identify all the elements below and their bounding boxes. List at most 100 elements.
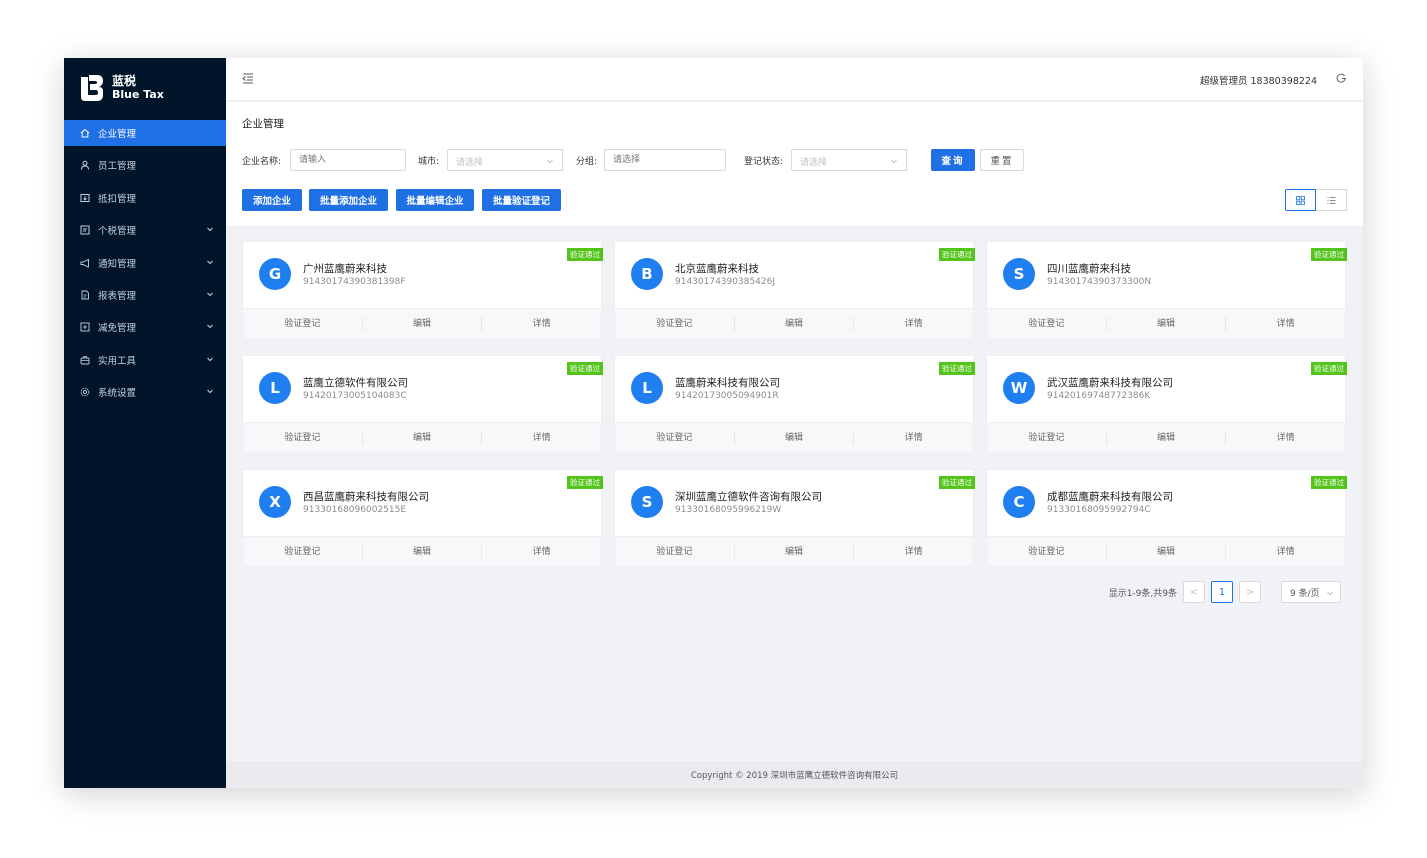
- detail-button[interactable]: 详情: [1226, 545, 1345, 559]
- verify-register-button[interactable]: 验证登记: [615, 316, 735, 331]
- page-1-button[interactable]: 1: [1211, 581, 1233, 603]
- sidebar-item-label: 个税管理: [98, 226, 137, 238]
- page-size-select[interactable]: 9 条/页: [1281, 581, 1341, 603]
- sidebar-item-enterprise[interactable]: 企业管理: [64, 120, 226, 146]
- sidebar-item-relief[interactable]: 减免管理: [64, 314, 226, 340]
- verify-register-button[interactable]: 验证登记: [987, 316, 1107, 331]
- verify-register-button[interactable]: 验证登记: [243, 430, 363, 445]
- screen: 蓝税 Blue Tax 企业管理 员工管理 抵扣管理 个税管理 通知管理 报表管…: [0, 0, 1427, 858]
- verified-badge: 验证通过: [1311, 248, 1347, 261]
- edit-button[interactable]: 编辑: [363, 430, 483, 445]
- chevron-down-icon: [207, 389, 213, 394]
- filter-panel: 企业管理 企业名称: 城市: 请选择 分组: 登记状态: 请选择 查询 重置: [226, 102, 1363, 226]
- sidebar-item-tax[interactable]: 个税管理: [64, 217, 226, 243]
- home-icon: [80, 128, 90, 138]
- verified-badge: 验证通过: [567, 476, 603, 489]
- status-select[interactable]: 请选择: [791, 149, 907, 171]
- verify-register-button[interactable]: 验证登记: [243, 316, 363, 331]
- batch-edit-button[interactable]: 批量编辑企业: [396, 189, 474, 211]
- company-name: 成都蓝鹰蔚来科技有限公司: [1047, 491, 1173, 503]
- verify-register-button[interactable]: 验证登记: [243, 544, 363, 559]
- card-actions: 验证登记 编辑 详情: [615, 536, 973, 566]
- company-avatar: S: [631, 486, 663, 518]
- grid-view-button[interactable]: [1285, 189, 1317, 211]
- verify-register-button[interactable]: 验证登记: [987, 430, 1107, 445]
- batch-add-button[interactable]: 批量添加企业: [309, 189, 388, 211]
- current-user: 超级管理员 18380398224: [1199, 76, 1317, 87]
- sidebar-item-settings[interactable]: 系统设置: [64, 379, 226, 405]
- company-tax-code: 91420173005104083C: [303, 391, 407, 401]
- card-actions: 验证登记 编辑 详情: [615, 308, 973, 338]
- detail-button[interactable]: 详情: [1226, 317, 1345, 331]
- chevron-down-icon: [207, 260, 213, 264]
- next-page-button[interactable]: >: [1239, 581, 1261, 603]
- sidebar: 蓝税 Blue Tax 企业管理 员工管理 抵扣管理 个税管理 通知管理 报表管…: [64, 58, 226, 788]
- menu-fold-icon[interactable]: [242, 72, 254, 84]
- verified-badge: 验证通过: [1311, 362, 1347, 375]
- edit-button[interactable]: 编辑: [1107, 544, 1227, 559]
- edit-button[interactable]: 编辑: [735, 316, 855, 331]
- detail-button[interactable]: 详情: [854, 317, 973, 331]
- page-size-value: 9 条/页: [1290, 588, 1320, 599]
- filter-row: 企业名称: 城市: 请选择 分组: 登记状态: 请选择 查询 重置: [242, 149, 1352, 171]
- chevron-down-icon: [207, 227, 213, 232]
- company-tax-code: 91430174390373300N: [1047, 277, 1152, 287]
- chevron-down-icon: [207, 324, 213, 329]
- verify-register-button[interactable]: 验证登记: [987, 544, 1107, 559]
- detail-button[interactable]: 详情: [482, 431, 601, 445]
- copyright: Copyright © 2019 深圳市蓝鹰立德软件咨询有限公司: [690, 770, 899, 781]
- verify-register-button[interactable]: 验证登记: [615, 544, 735, 559]
- company-tax-code: 91330168096002515E: [303, 505, 407, 515]
- verify-register-button[interactable]: 验证登记: [615, 430, 735, 445]
- edit-button[interactable]: 编辑: [1107, 430, 1227, 445]
- card-actions: 验证登记 编辑 详情: [615, 422, 973, 452]
- detail-button[interactable]: 详情: [1226, 431, 1345, 445]
- detail-button[interactable]: 详情: [482, 545, 601, 559]
- company-name-label: 企业名称:: [242, 157, 282, 167]
- company-avatar: X: [259, 486, 291, 518]
- company-name: 武汉蓝鹰蔚来科技有限公司: [1047, 377, 1173, 389]
- verified-badge: 验证通过: [1311, 476, 1347, 489]
- sidebar-item-label: 报表管理: [98, 290, 137, 302]
- list-view-button[interactable]: [1316, 190, 1346, 210]
- report-icon: [80, 290, 90, 300]
- detail-button[interactable]: 详情: [854, 431, 973, 445]
- edit-button[interactable]: 编辑: [363, 316, 483, 331]
- verified-badge: 验证通过: [567, 248, 603, 261]
- city-label: 城市:: [418, 157, 440, 167]
- reset-button[interactable]: 重置: [980, 149, 1024, 171]
- detail-button[interactable]: 详情: [482, 317, 601, 331]
- main-content: 超级管理员 18380398224 企业管理 企业名称: 城市: 请选择 分组:…: [226, 58, 1363, 788]
- edit-button[interactable]: 编辑: [735, 430, 855, 445]
- sidebar-item-report[interactable]: 报表管理: [64, 282, 226, 308]
- footer: Copyright © 2019 深圳市蓝鹰立德软件咨询有限公司: [226, 761, 1363, 788]
- group-input[interactable]: [604, 149, 726, 171]
- edit-button[interactable]: 编辑: [735, 544, 855, 559]
- top-bar: 超级管理员 18380398224: [226, 58, 1363, 101]
- sidebar-item-tools[interactable]: 实用工具: [64, 347, 226, 373]
- company-name: 蓝鹰蔚来科技有限公司: [675, 377, 780, 389]
- batch-verify-button[interactable]: 批量验证登记: [482, 189, 561, 211]
- company-avatar: C: [1003, 486, 1035, 518]
- sidebar-item-label: 实用工具: [98, 355, 137, 367]
- user-icon: [80, 160, 90, 170]
- logout-icon[interactable]: [1336, 73, 1347, 84]
- company-card: 验证通过 S 深圳蓝鹰立德软件咨询有限公司 91330168095996219W 验证登…: [614, 469, 975, 566]
- detail-button[interactable]: 详情: [854, 545, 973, 559]
- sidebar-item-employee[interactable]: 员工管理: [64, 152, 226, 178]
- query-button[interactable]: 查询: [931, 149, 975, 171]
- add-company-button[interactable]: 添加企业: [242, 189, 302, 211]
- company-card: 验证通过 C 成都蓝鹰蔚来科技有限公司 91330168095992794C 验证登记编…: [986, 469, 1347, 566]
- edit-button[interactable]: 编辑: [1107, 316, 1227, 331]
- prev-page-button[interactable]: <: [1183, 581, 1205, 603]
- group-label: 分组:: [576, 157, 598, 167]
- sidebar-item-label: 通知管理: [98, 258, 137, 270]
- sidebar-item-notify[interactable]: 通知管理: [64, 250, 226, 276]
- card-actions: 验证登记 编辑 详情: [243, 422, 601, 452]
- sidebar-item-deduction[interactable]: 抵扣管理: [64, 185, 226, 211]
- company-name-input[interactable]: [290, 149, 406, 171]
- company-tax-code: 91420173005094901R: [675, 391, 779, 401]
- city-select[interactable]: 请选择: [447, 149, 563, 171]
- card-actions: 验证登记 编辑 详情: [243, 308, 601, 338]
- edit-button[interactable]: 编辑: [363, 544, 483, 559]
